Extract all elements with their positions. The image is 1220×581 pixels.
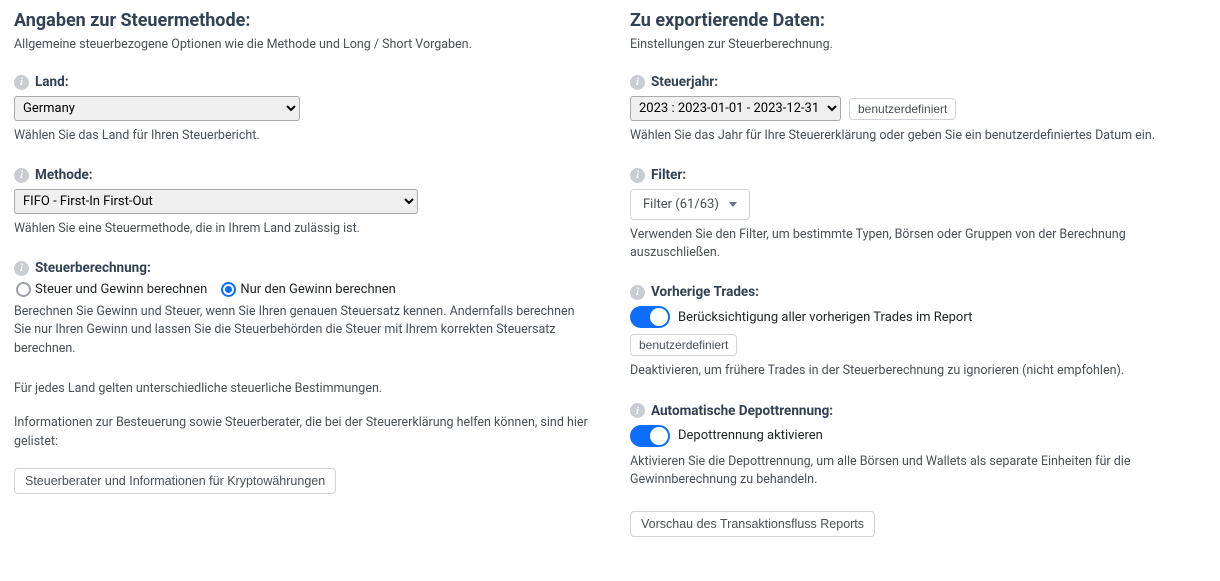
tax-year-select[interactable]: 2023 : 2023-01-01 - 2023-12-31 [630, 96, 841, 121]
info-icon[interactable]: i [14, 168, 29, 183]
country-select[interactable]: Germany [14, 96, 300, 121]
export-data-panel: Zu exportierende Daten: Einstellungen zu… [630, 10, 1206, 537]
info-icon[interactable]: i [630, 168, 645, 183]
tax-advisors-button[interactable]: Steuerberater und Informationen für Kryp… [14, 468, 336, 494]
filter-field: i Filter: Filter (61/63) Verwenden Sie d… [630, 167, 1206, 262]
tax-calc-field: i Steuerberechnung: Steuer und Gewinn be… [14, 260, 590, 357]
depot-separation-toggle-label: Depottrennung aktivieren [678, 428, 823, 443]
depot-separation-label: Automatische Depottrennung: [651, 403, 833, 419]
tax-calc-label: Steuerberechnung: [35, 260, 151, 276]
method-field: i Methode: FIFO - First-In First-Out Wäh… [14, 167, 590, 238]
method-label: Methode: [35, 167, 93, 183]
tax-calc-help: Berechnen Sie Gewinn und Steuer, wenn Si… [14, 303, 590, 357]
export-data-subtitle: Einstellungen zur Steuerberechnung. [630, 37, 1206, 52]
radio-icon [16, 282, 31, 297]
previous-trades-toggle-label: Berücksichtigung aller vorherigen Trades… [678, 310, 972, 325]
info-icon[interactable]: i [630, 403, 645, 418]
previous-trades-toggle[interactable] [630, 306, 670, 328]
tax-method-heading: Angaben zur Steuermethode: [14, 10, 590, 31]
info-icon[interactable]: i [14, 261, 29, 276]
previous-trades-custom-button[interactable]: benutzerdefiniert [630, 334, 737, 356]
country-field: i Land: Germany Wählen Sie das Land für … [14, 74, 590, 145]
filter-help: Verwenden Sie den Filter, um bestimmte T… [630, 226, 1206, 262]
tax-method-panel: Angaben zur Steuermethode: Allgemeine st… [14, 10, 590, 537]
filter-dropdown-button[interactable]: Filter (61/63) [630, 189, 750, 220]
country-note-2: Informationen zur Besteuerung sowie Steu… [14, 414, 590, 452]
previous-trades-field: i Vorherige Trades: Berücksichtigung all… [630, 284, 1206, 380]
previous-trades-label: Vorherige Trades: [651, 284, 759, 300]
tax-year-field: i Steuerjahr: 2023 : 2023-01-01 - 2023-1… [630, 74, 1206, 145]
method-select[interactable]: FIFO - First-In First-Out [14, 189, 418, 214]
method-help: Wählen Sie eine Steuermethode, die in Ih… [14, 220, 590, 238]
depot-separation-help: Aktivieren Sie die Depottrennung, um all… [630, 453, 1206, 489]
tax-year-custom-button[interactable]: benutzerdefiniert [849, 98, 956, 120]
depot-separation-field: i Automatische Depottrennung: Depottrenn… [630, 403, 1206, 489]
country-label: Land: [35, 74, 69, 90]
info-icon[interactable]: i [630, 285, 645, 300]
radio-tax-and-gain[interactable]: Steuer und Gewinn berechnen [16, 282, 207, 297]
info-icon[interactable]: i [630, 75, 645, 90]
country-note-1: Für jedes Land gelten unterschiedliche s… [14, 380, 590, 399]
radio-gain-only[interactable]: Nur den Gewinn berechnen [221, 282, 396, 297]
preview-report-button[interactable]: Vorschau des Transaktionsfluss Reports [630, 511, 875, 537]
chevron-down-icon [729, 202, 737, 207]
radio-icon [221, 282, 236, 297]
tax-method-subtitle: Allgemeine steuerbezogene Optionen wie d… [14, 37, 590, 52]
tax-year-help: Wählen Sie das Jahr für Ihre Steuererklä… [630, 127, 1206, 145]
info-icon[interactable]: i [14, 75, 29, 90]
previous-trades-help: Deaktivieren, um frühere Trades in der S… [630, 362, 1206, 380]
filter-label: Filter: [651, 167, 686, 183]
tax-year-label: Steuerjahr: [651, 74, 718, 90]
country-help: Wählen Sie das Land für Ihren Steuerberi… [14, 127, 590, 145]
export-data-heading: Zu exportierende Daten: [630, 10, 1206, 31]
depot-separation-toggle[interactable] [630, 425, 670, 447]
